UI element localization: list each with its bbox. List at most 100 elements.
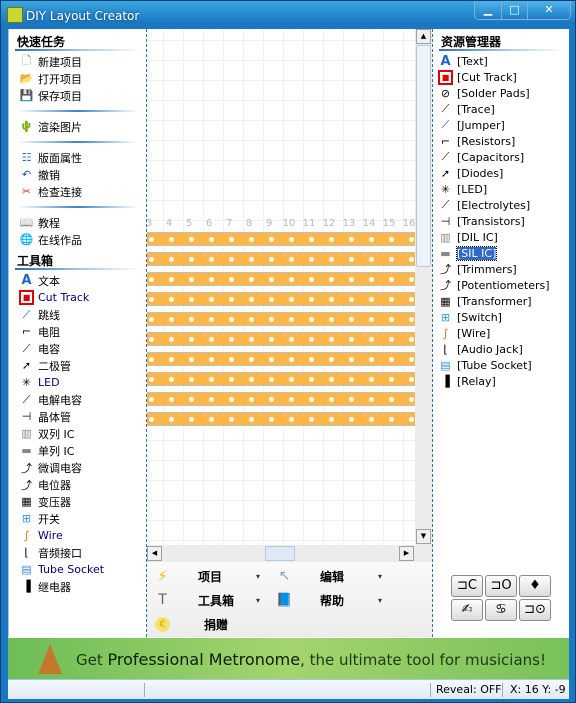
copper-strip[interactable] [147, 352, 415, 366]
project-menu[interactable]: ⚡ 项目 ▾ [155, 564, 260, 588]
task-item-led[interactable]: ✳ LED [9, 374, 146, 391]
explorer-item-text[interactable]: A [Text] [433, 53, 569, 69]
copper-strip[interactable] [147, 272, 415, 286]
component-tool-button[interactable]: ⊐O [485, 575, 517, 597]
minimize-button[interactable]: ▁ [475, 1, 501, 19]
task-item-render-image[interactable]: 🌵 渲染图片 [9, 118, 146, 135]
scroll-up-button[interactable]: ▲ [416, 29, 431, 44]
explorer-item-diode[interactable]: ➚ [Diodes] [433, 165, 569, 181]
horizontal-scrollbar[interactable]: ◀ ▶ [147, 545, 415, 562]
strip-hole [409, 397, 414, 402]
explorer-item-transistor[interactable]: ⊣ [Transistors] [433, 213, 569, 229]
explorer-item-wire[interactable]: ∫ [Wire] [433, 325, 569, 341]
strip-hole [249, 257, 254, 262]
copper-strip[interactable] [147, 412, 415, 426]
task-item-audio-jack[interactable]: ⌊ 音频接口 [9, 544, 146, 561]
close-button[interactable]: ✕ [527, 1, 570, 19]
copper-strip[interactable] [147, 252, 415, 266]
explorer-item-trimmer[interactable]: ⤴ [Trimmers] [433, 261, 569, 277]
task-item-cut-track[interactable]: ■ Cut Track [9, 289, 146, 306]
task-item-switch[interactable]: ⊞ 开关 [9, 510, 146, 527]
task-item-globe[interactable]: 🌐 在线作品 [9, 231, 146, 248]
title-bar[interactable]: DIY Layout Creator ▁ □ ✕ [1, 1, 575, 29]
explorer-item-switch[interactable]: ⊞ [Switch] [433, 309, 569, 325]
strip-hole [309, 377, 314, 382]
task-item-tutorial-book[interactable]: 📖 教程 [9, 214, 146, 231]
explorer-item-led[interactable]: ✳ [LED] [433, 181, 569, 197]
copper-strip[interactable] [147, 232, 415, 246]
explorer-item-capacitor[interactable]: ⟋ [Capacitors] [433, 149, 569, 165]
copper-strip[interactable] [147, 312, 415, 326]
scroll-down-button[interactable]: ▼ [416, 529, 431, 544]
explorer-item-electrolytic[interactable]: ⟋ [Electrolytes] [433, 197, 569, 213]
donate-menu[interactable]: € 捐赠 [155, 612, 228, 636]
ad-banner[interactable]: Get Professional Metronome, the ultimate… [8, 637, 569, 679]
task-item-resistor[interactable]: ⌐ 电阻 [9, 323, 146, 340]
component-tool-button[interactable]: ⊐⊙ [519, 599, 551, 621]
strip-hole [329, 377, 334, 382]
copper-strip[interactable] [147, 372, 415, 386]
copper-strip[interactable] [147, 332, 415, 346]
strip-hole [149, 357, 154, 362]
component-tool-button[interactable]: ⊐C [451, 575, 483, 597]
component-tool-button[interactable]: ♋ [485, 599, 517, 621]
help-menu[interactable]: 📘 帮助 ▾ [276, 588, 382, 612]
board-canvas[interactable]: 3 4 5 6 7 8 9 10 11 12 13 14 15 16 [147, 29, 415, 545]
explorer-item-resistor[interactable]: ⌐ [Resistors] [433, 133, 569, 149]
item-label: LED [38, 376, 60, 389]
app-logo-icon [7, 7, 23, 23]
task-item-check-connections[interactable]: ✂ 检查连接 [9, 183, 146, 200]
task-item-jumper[interactable]: ⟋ 跳线 [9, 306, 146, 323]
explorer-item-potentiometer[interactable]: ⤴ [Potentiometers] [433, 277, 569, 293]
strip-hole [289, 277, 294, 282]
divider [17, 141, 138, 143]
explorer-item-audio-jack[interactable]: ⌊ [Audio Jack] [433, 341, 569, 357]
explorer-item-jumper[interactable]: ⟋ [Jumper] [433, 117, 569, 133]
vertical-scroll-thumb[interactable] [416, 45, 431, 267]
task-item-electrolytic[interactable]: ⟋ 电解电容 [9, 391, 146, 408]
horizontal-scroll-thumb[interactable] [265, 546, 295, 561]
component-tool-button[interactable]: ♦ [519, 575, 551, 597]
scroll-right-button[interactable]: ▶ [399, 546, 414, 561]
task-item-sil-ic[interactable]: ▬ 单列 IC [9, 442, 146, 459]
task-item-capacitor[interactable]: ⟋ 电容 [9, 340, 146, 357]
edit-menu[interactable]: ↖ 编辑 ▾ [277, 564, 382, 588]
tube-socket-icon: ▤ [440, 358, 451, 372]
task-item-transformer[interactable]: ▦ 变压器 [9, 493, 146, 510]
explorer-item-solder-pad[interactable]: ⊘ [Solder Pads] [433, 85, 569, 101]
maximize-button[interactable]: □ [501, 1, 527, 19]
copper-strip[interactable] [147, 392, 415, 406]
task-item-text[interactable]: A 文本 [9, 272, 146, 289]
component-tool-button[interactable]: ✍ [451, 599, 483, 621]
task-item-relay[interactable]: ▐ 继电器 [9, 578, 146, 595]
scroll-left-button[interactable]: ◀ [147, 546, 162, 561]
task-item-wire[interactable]: ∫ Wire [9, 527, 146, 544]
task-item-save-disk[interactable]: 💾 保存项目 [9, 87, 146, 104]
task-item-open-folder[interactable]: 📂 打开项目 [9, 70, 146, 87]
task-item-dil-ic[interactable]: ▥ 双列 IC [9, 425, 146, 442]
item-label: [Trace] [457, 102, 495, 116]
explorer-item-cut-track[interactable]: ■ [Cut Track] [433, 69, 569, 85]
explorer-list: A [Text] ■ [Cut Track] ⊘ [Solder Pads] ⟋ [Trace… [433, 53, 569, 389]
task-item-undo[interactable]: ↶ 撤销 [9, 166, 146, 183]
toolbox-menu[interactable]: T 工具箱 ▾ [155, 588, 260, 612]
explorer-item-tube-socket[interactable]: ▤ [Tube Socket] [433, 357, 569, 373]
explorer-item-trace[interactable]: ⟋ [Trace] [433, 101, 569, 117]
copper-strip[interactable] [147, 292, 415, 306]
task-item-potentiometer[interactable]: ⤴ 电位器 [9, 476, 146, 493]
explorer-item-relay[interactable]: ▐ [Relay] [433, 373, 569, 389]
strip-hole [349, 357, 354, 362]
task-item-diode[interactable]: ➚ 二极管 [9, 357, 146, 374]
explorer-item-transformer[interactable]: ▦ [Transformer] [433, 293, 569, 309]
task-item-new-document[interactable]: 🗋 新建项目 [9, 53, 146, 70]
strip-hole [349, 377, 354, 382]
task-item-tube-socket[interactable]: ▤ Tube Socket [9, 561, 146, 578]
task-item-properties[interactable]: ☷ 版面属性 [9, 149, 146, 166]
ruler-tick-label: 10 [282, 218, 296, 229]
explorer-item-dil-ic[interactable]: ▥ [DIL IC] [433, 229, 569, 245]
vertical-scrollbar[interactable]: ▲ ▼ [415, 29, 432, 545]
strip-hole [369, 297, 374, 302]
explorer-item-sil-ic[interactable]: ▬ [SIL IC] [433, 245, 569, 261]
task-item-transistor[interactable]: ⊣ 晶体管 [9, 408, 146, 425]
task-item-trimmer[interactable]: ⤴ 微调电容 [9, 459, 146, 476]
